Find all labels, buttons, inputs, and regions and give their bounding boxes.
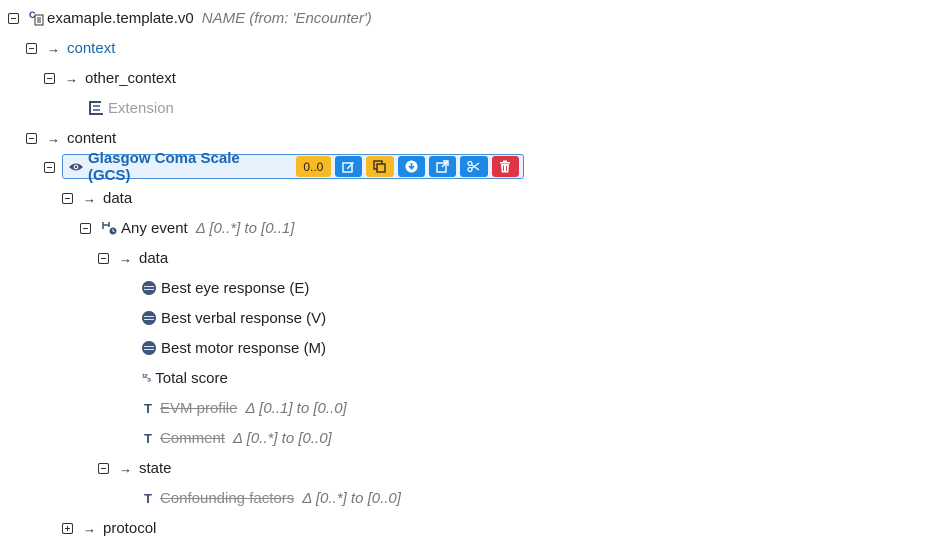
tree-node-best-motor-response[interactable]: Best motor response (M) xyxy=(142,333,326,363)
best-verbal-label: Best verbal response (V) xyxy=(161,309,327,327)
tree-node-state[interactable]: → state xyxy=(98,453,172,483)
root-meta: NAME (from: 'Encounter') xyxy=(201,9,372,27)
text-icon: T xyxy=(144,490,152,506)
coded-text-icon xyxy=(142,311,156,325)
delete-button[interactable] xyxy=(491,156,519,177)
tree-node-root[interactable]: C examaple.template.v0 NAME (from: 'Enco… xyxy=(8,3,372,33)
comment-meta: Δ [0..*] to [0..0] xyxy=(232,429,332,447)
tree-node-evm-profile[interactable]: T EVM profile Δ [0..1] to [0..0] xyxy=(144,393,347,423)
cut-button[interactable] xyxy=(460,156,488,177)
collapse-toggle[interactable] xyxy=(44,161,55,173)
other-context-label: other_context xyxy=(85,69,176,87)
data-label: data xyxy=(139,249,169,267)
arrow-icon: → xyxy=(47,40,60,56)
tree-node-gcs-toggle-row[interactable] xyxy=(44,152,55,182)
external-link-icon xyxy=(436,160,449,173)
best-eye-label: Best eye response (E) xyxy=(161,279,310,297)
text-icon: T xyxy=(144,430,152,446)
best-motor-label: Best motor response (M) xyxy=(161,339,327,357)
text-icon: T xyxy=(144,400,152,416)
trash-icon xyxy=(500,160,511,173)
tree-node-best-eye-response[interactable]: Best eye response (E) xyxy=(142,273,309,303)
cluster-icon xyxy=(88,100,104,116)
edit-button[interactable] xyxy=(334,156,363,177)
edit-icon xyxy=(342,162,355,173)
expand-toggle[interactable] xyxy=(62,522,73,534)
download-button[interactable] xyxy=(397,156,425,177)
confounding-meta: Δ [0..*] to [0..0] xyxy=(302,489,401,507)
arrow-icon: → xyxy=(83,190,96,206)
tree-node-context[interactable]: → context xyxy=(26,33,115,63)
arrow-icon: → xyxy=(65,70,78,86)
tree-node-confounding-factors[interactable]: T Confounding factors Δ [0..*] to [0..0] xyxy=(144,483,401,513)
comment-label: Comment xyxy=(159,429,225,447)
collapse-toggle[interactable] xyxy=(44,72,55,84)
collapse-toggle[interactable] xyxy=(80,222,91,234)
tree-node-data[interactable]: → data xyxy=(98,243,168,273)
tree-node-extension[interactable]: Extension xyxy=(88,93,174,123)
eye-icon xyxy=(68,161,84,173)
coded-text-icon xyxy=(142,281,156,295)
scissors-icon xyxy=(467,160,480,173)
content-label: content xyxy=(67,129,117,147)
arrow-icon: → xyxy=(47,130,60,146)
count-icon: ¹²₃ xyxy=(142,372,151,384)
collapse-toggle[interactable] xyxy=(98,252,109,264)
any-event-label: Any event xyxy=(121,219,188,237)
template-icon: C xyxy=(29,10,45,26)
root-name: examaple.template.v0 xyxy=(47,9,194,27)
tree-node-comment[interactable]: T Comment Δ [0..*] to [0..0] xyxy=(144,423,332,453)
occurrence-button[interactable]: 0..0 xyxy=(295,156,331,177)
collapse-toggle[interactable] xyxy=(62,192,73,204)
arrow-icon: → xyxy=(119,250,132,266)
any-event-meta: Δ [0..*] to [0..1] xyxy=(195,219,295,237)
evm-profile-label: EVM profile xyxy=(159,399,238,417)
collapse-toggle[interactable] xyxy=(26,42,37,54)
state-label: state xyxy=(139,459,172,477)
arrow-icon: → xyxy=(119,460,132,476)
tree-node-total-score[interactable]: ¹²₃ Total score xyxy=(142,363,228,393)
download-icon xyxy=(405,160,418,173)
total-score-label: Total score xyxy=(155,369,228,387)
tree-node-protocol[interactable]: → protocol xyxy=(62,513,156,543)
tree-node-any-event[interactable]: Any event Δ [0..*] to [0..1] xyxy=(80,213,294,243)
data-label: data xyxy=(103,189,133,207)
coded-text-icon xyxy=(142,341,156,355)
copy-icon xyxy=(373,160,387,173)
tree-node-data[interactable]: → data xyxy=(62,183,132,213)
tree-node-other-context[interactable]: → other_context xyxy=(44,63,176,93)
event-icon xyxy=(101,220,118,236)
confounding-label: Confounding factors xyxy=(159,489,295,507)
arrow-icon: → xyxy=(83,520,96,536)
tree-node-gcs[interactable]: Glasgow Coma Scale (GCS) 0..0 xyxy=(62,150,524,184)
extension-label: Extension xyxy=(108,99,174,117)
tree-node-best-verbal-response[interactable]: Best verbal response (V) xyxy=(142,303,326,333)
collapse-toggle[interactable] xyxy=(98,462,109,474)
protocol-label: protocol xyxy=(103,519,157,537)
collapse-toggle[interactable] xyxy=(26,132,37,144)
open-external-button[interactable] xyxy=(428,156,457,177)
tree-node-content[interactable]: → content xyxy=(26,123,116,153)
context-label[interactable]: context xyxy=(67,40,115,57)
copy-button[interactable] xyxy=(366,156,394,177)
collapse-toggle[interactable] xyxy=(8,12,19,24)
evm-profile-meta: Δ [0..1] to [0..0] xyxy=(245,399,347,417)
gcs-label[interactable]: Glasgow Coma Scale (GCS) xyxy=(88,150,282,184)
